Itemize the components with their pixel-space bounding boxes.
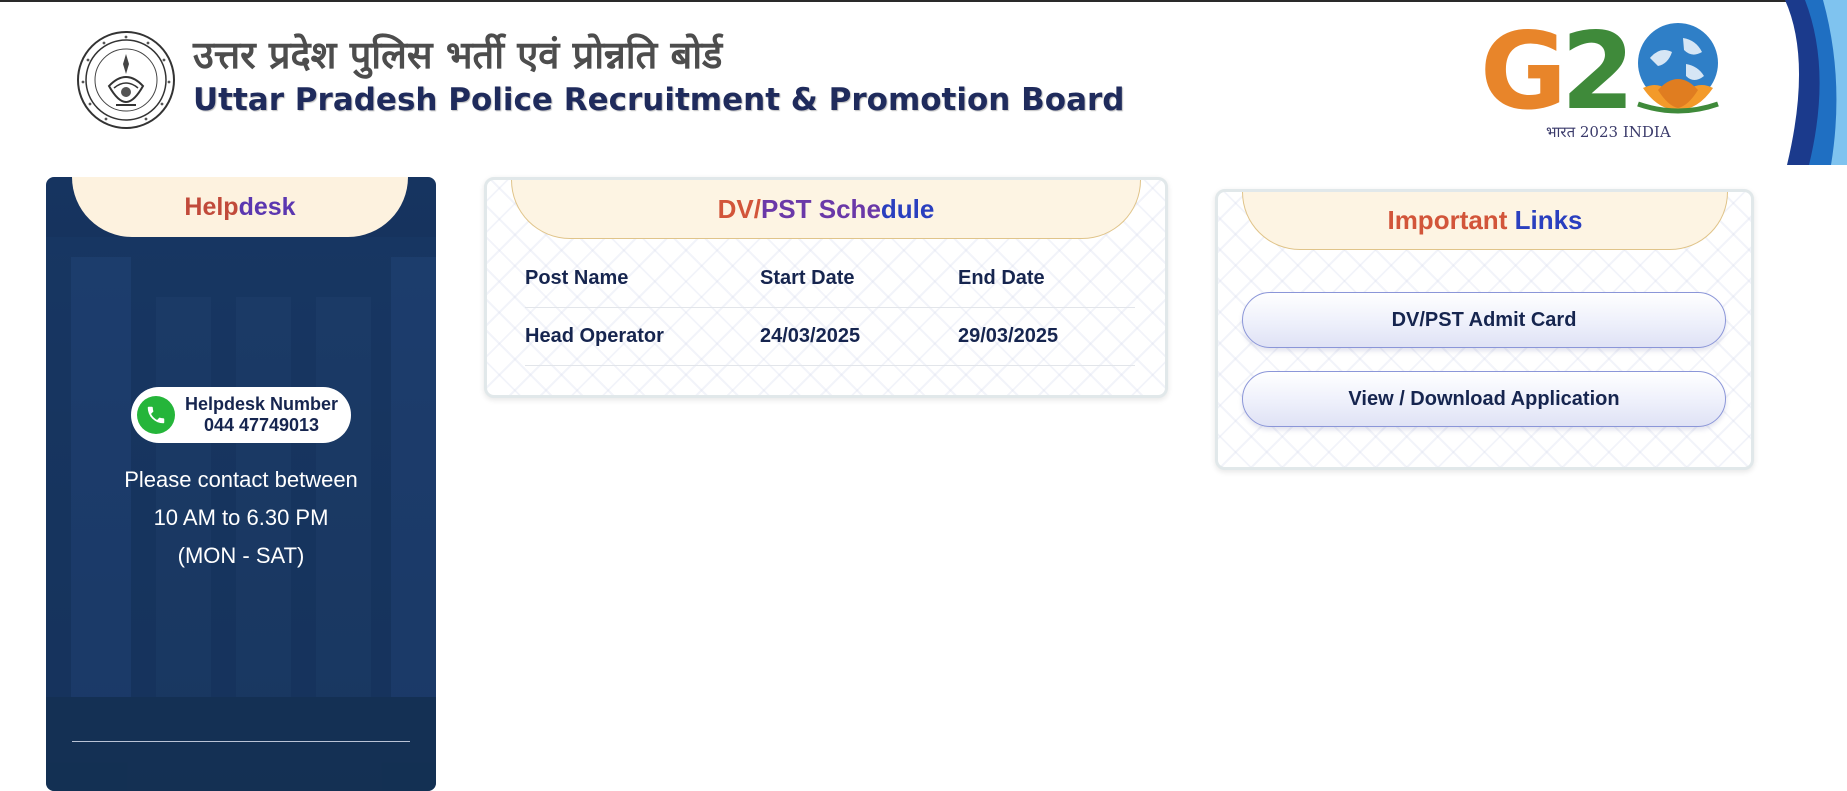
top-border bbox=[0, 0, 1847, 2]
table-header-row: Post Name Start Date End Date bbox=[525, 250, 1135, 308]
g20-subtitle: भारत 2023 INDIA bbox=[1546, 123, 1671, 141]
board-title-english: Uttar Pradesh Police Recruitment & Promo… bbox=[193, 82, 1125, 118]
view-download-application-button[interactable]: View / Download Application bbox=[1242, 371, 1726, 427]
column-header-end-date: End Date bbox=[958, 250, 1135, 308]
board-title-hindi: उत्तर प्रदेश पुलिस भर्ती एवं प्रोन्नति ब… bbox=[193, 33, 723, 77]
schedule-title-part2: PST Sche bbox=[760, 193, 881, 224]
phone-icon bbox=[137, 396, 175, 434]
column-header-post-name: Post Name bbox=[525, 250, 760, 308]
column-header-start-date: Start Date bbox=[760, 250, 958, 308]
contact-hours-line1: Please contact between bbox=[124, 467, 358, 492]
table-row: Head Operator 24/03/2025 29/03/2025 bbox=[525, 307, 1135, 366]
g20-logo: G2 भारत 2023 INDIA bbox=[1478, 12, 1738, 152]
helpdesk-number: 044 47749013 bbox=[203, 415, 320, 435]
important-links-title-part1: Important bbox=[1387, 205, 1508, 235]
schedule-table: Post Name Start Date End Date Head Opera… bbox=[525, 250, 1135, 366]
important-links-title-part2: Links bbox=[1514, 205, 1583, 235]
helpdesk-title-part2: desk bbox=[238, 192, 296, 221]
globe-lotus-icon bbox=[1637, 23, 1719, 114]
divider bbox=[72, 741, 410, 742]
contact-hours-line2: 10 AM to 6.30 PM bbox=[153, 505, 329, 530]
helpdesk-title: Help desk bbox=[72, 177, 408, 237]
schedule-title-part3: dule bbox=[880, 193, 935, 224]
helpdesk-number-label: Helpdesk Number bbox=[185, 394, 339, 414]
g20-text: G2 bbox=[1480, 10, 1635, 133]
start-date-cell: 24/03/2025 bbox=[760, 307, 958, 366]
dv-pst-admit-card-button[interactable]: DV/PST Admit Card bbox=[1242, 292, 1726, 348]
important-links-card: Important Links DV/PST Admit Card View /… bbox=[1215, 189, 1754, 470]
important-links-title: Important Links bbox=[1242, 192, 1728, 250]
helpdesk-panel: Help desk Helpdesk Number 044 47749013 Pl… bbox=[46, 177, 436, 791]
helpdesk-title-part1: Help bbox=[184, 192, 239, 221]
up-police-emblem-icon bbox=[77, 31, 175, 129]
contact-days: (MON - SAT) bbox=[177, 543, 305, 568]
helpdesk-number-badge[interactable]: Helpdesk Number 044 47749013 bbox=[131, 387, 351, 443]
schedule-title: DV/PST Sche dule bbox=[511, 180, 1141, 239]
decorative-swoosh bbox=[1785, 0, 1847, 165]
post-name-cell: Head Operator bbox=[525, 307, 760, 366]
schedule-card: DV/PST Sche dule Post Name Start Date End… bbox=[484, 177, 1168, 398]
schedule-title-part1: DV/ bbox=[717, 193, 761, 224]
end-date-cell: 29/03/2025 bbox=[958, 307, 1135, 366]
